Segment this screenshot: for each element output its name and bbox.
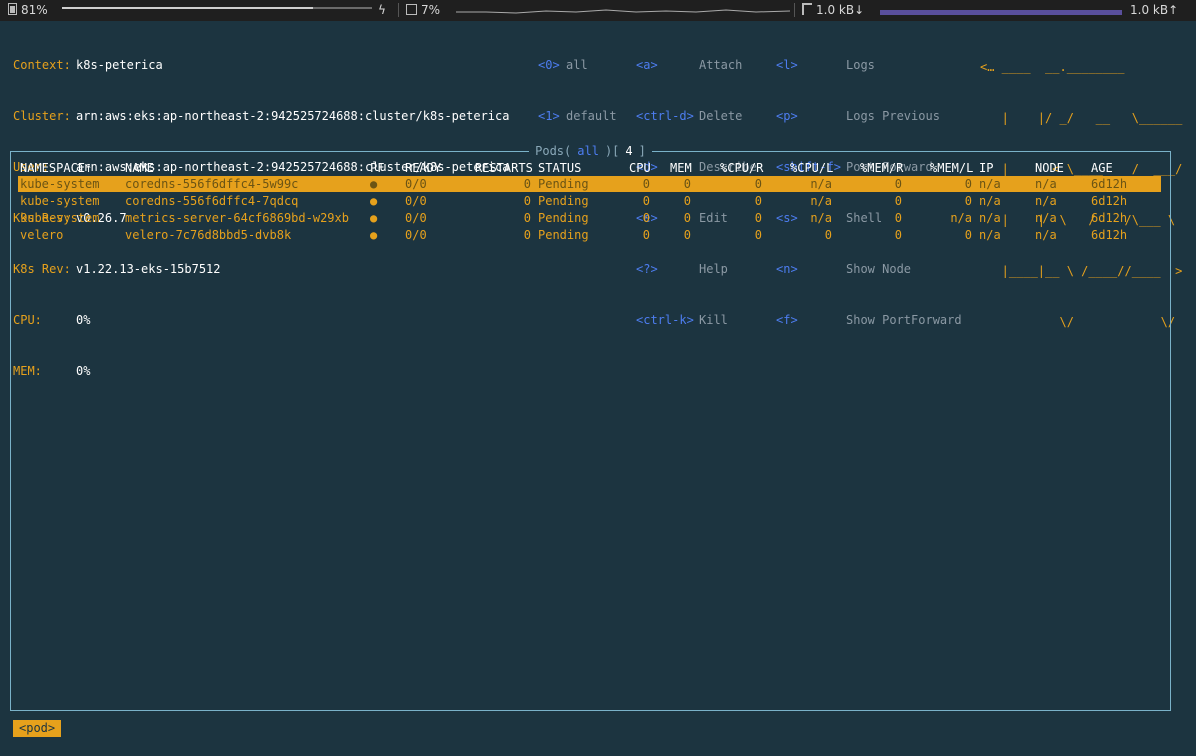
breadcrumb[interactable]: <pod>	[13, 720, 62, 737]
cpu-status: 7%	[406, 3, 440, 17]
network-graph	[880, 10, 1122, 15]
col-mem[interactable]: MEM	[670, 160, 692, 176]
col-cpu[interactable]: CPU	[629, 160, 651, 176]
col-age[interactable]: AGE	[1091, 160, 1113, 176]
col-ready[interactable]: READY	[405, 160, 441, 176]
table-row[interactable]: velero velero-7c76d8bbd5-dvb8k ● 0/0 0 P…	[18, 227, 1161, 243]
cluster-label: Cluster:	[13, 109, 71, 123]
pods-table-title: Pods(all)[4]	[0, 143, 1181, 159]
pf-indicator-icon: ●	[370, 194, 378, 208]
context-value: k8s-peterica	[76, 58, 163, 72]
charging-icon: ϟ	[378, 3, 386, 17]
col-cpu-l[interactable]: %CPU/L	[790, 160, 833, 176]
context-label: Context:	[13, 58, 71, 72]
col-name[interactable]: NAME	[125, 160, 154, 176]
battery-bar-fill	[62, 7, 313, 9]
namespace-shortcut-default[interactable]: <1> default	[538, 108, 617, 125]
col-namespace[interactable]: NAMESPACE↑	[20, 160, 92, 176]
col-ip[interactable]: IP	[979, 160, 993, 176]
cmd-delete[interactable]: <ctrl-d> Delete	[636, 108, 757, 125]
cmd-attach[interactable]: <a> Attach	[636, 57, 757, 74]
cpu-icon	[406, 4, 417, 15]
col-mem-l[interactable]: %MEM/L	[930, 160, 973, 176]
namespace-shortcut-all[interactable]: <0> all	[538, 57, 617, 74]
col-cpu-r[interactable]: %CPU/R	[720, 160, 763, 176]
table-row[interactable]: kube-system coredns-556f6dffc4-7qdcq ● 0…	[18, 193, 1161, 209]
pf-indicator-icon: ●	[370, 211, 378, 225]
col-mem-r[interactable]: %MEM/R	[860, 160, 903, 176]
col-pf[interactable]: PF	[370, 160, 384, 176]
network-icon	[802, 3, 812, 15]
system-status-bar: 81% ϟ 7% 1.0 kB↓ 1.0 kB↑	[0, 0, 1196, 21]
col-node[interactable]: NODE	[1035, 160, 1064, 176]
cmd-logs[interactable]: <l> Logs	[776, 57, 962, 74]
namespace-shortcuts: <0> all <1> default	[538, 23, 617, 142]
net-up-status: 1.0 kB↑	[1130, 3, 1179, 17]
pf-indicator-icon: ●	[370, 177, 378, 191]
table-row[interactable]: kube-system coredns-556f6dffc4-5w99c ● 0…	[18, 176, 1161, 192]
cluster-value: arn:aws:eks:ap-northeast-2:942525724688:…	[76, 109, 510, 123]
net-down-status: 1.0 kB↓	[802, 3, 864, 17]
col-status[interactable]: STATUS	[538, 160, 581, 176]
cmd-logs-previous[interactable]: <p> Logs Previous	[776, 108, 962, 125]
battery-status: 81%	[8, 3, 48, 17]
col-restarts[interactable]: RESTARTS	[475, 160, 533, 176]
cpu-graph	[456, 9, 790, 14]
battery-icon	[8, 3, 17, 15]
pf-indicator-icon: ●	[370, 228, 378, 242]
table-row[interactable]: kube-system metrics-server-64cf6869bd-w2…	[18, 210, 1161, 226]
